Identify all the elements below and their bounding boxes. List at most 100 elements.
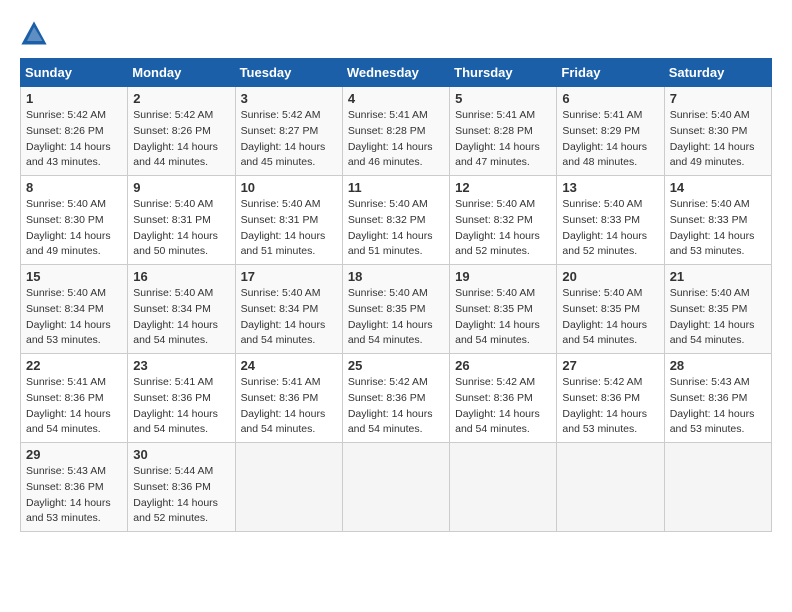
day-number: 30 [133, 447, 229, 462]
calendar-header-sunday: Sunday [21, 59, 128, 87]
calendar-day-7: 7 Sunrise: 5:40 AMSunset: 8:30 PMDaylight… [664, 87, 771, 176]
calendar-header-saturday: Saturday [664, 59, 771, 87]
day-number: 12 [455, 180, 551, 195]
day-info: Sunrise: 5:40 AMSunset: 8:32 PMDaylight:… [455, 197, 551, 260]
day-number: 21 [670, 269, 766, 284]
calendar-week-row: 29 Sunrise: 5:43 AMSunset: 8:36 PMDayligh… [21, 443, 772, 532]
day-info: Sunrise: 5:41 AMSunset: 8:28 PMDaylight:… [348, 108, 444, 171]
calendar-day-20: 20 Sunrise: 5:40 AMSunset: 8:35 PMDayligh… [557, 265, 664, 354]
calendar-day-10: 10Sunrise: 5:40 AMSunset: 8:31 PMDayligh… [235, 176, 342, 265]
calendar-header-friday: Friday [557, 59, 664, 87]
day-number: 28 [670, 358, 766, 373]
calendar-day-26: 26 Sunrise: 5:42 AMSunset: 8:36 PMDayligh… [450, 354, 557, 443]
calendar-day-1: 1 Sunrise: 5:42 AMSunset: 8:26 PMDaylight… [21, 87, 128, 176]
day-number: 15 [26, 269, 122, 284]
calendar-day-4: 4Sunrise: 5:41 AMSunset: 8:28 PMDaylight… [342, 87, 449, 176]
calendar-header-monday: Monday [128, 59, 235, 87]
day-info: Sunrise: 5:40 AMSunset: 8:30 PMDaylight:… [26, 197, 122, 260]
day-info: Sunrise: 5:40 AMSunset: 8:35 PMDaylight:… [348, 286, 444, 349]
day-info: Sunrise: 5:42 AMSunset: 8:36 PMDaylight:… [455, 375, 551, 438]
calendar-week-row: 22 Sunrise: 5:41 AMSunset: 8:36 PMDayligh… [21, 354, 772, 443]
day-number: 11 [348, 180, 444, 195]
logo [20, 20, 50, 48]
day-number: 13 [562, 180, 658, 195]
calendar-day-21: 21 Sunrise: 5:40 AMSunset: 8:35 PMDayligh… [664, 265, 771, 354]
calendar-day-25: 25 Sunrise: 5:42 AMSunset: 8:36 PMDayligh… [342, 354, 449, 443]
day-number: 25 [348, 358, 444, 373]
day-info: Sunrise: 5:42 AMSunset: 8:36 PMDaylight:… [562, 375, 658, 438]
day-info: Sunrise: 5:40 AMSunset: 8:30 PMDaylight:… [670, 108, 766, 171]
day-info: Sunrise: 5:40 AMSunset: 8:34 PMDaylight:… [241, 286, 337, 349]
calendar-day-15: 15 Sunrise: 5:40 AMSunset: 8:34 PMDayligh… [21, 265, 128, 354]
day-number: 24 [241, 358, 337, 373]
day-info: Sunrise: 5:40 AMSunset: 8:32 PMDaylight:… [348, 197, 444, 260]
day-info: Sunrise: 5:40 AMSunset: 8:35 PMDaylight:… [455, 286, 551, 349]
calendar-header-tuesday: Tuesday [235, 59, 342, 87]
day-info: Sunrise: 5:41 AMSunset: 8:36 PMDaylight:… [26, 375, 122, 438]
day-info: Sunrise: 5:42 AMSunset: 8:26 PMDaylight:… [133, 108, 229, 171]
day-number: 18 [348, 269, 444, 284]
day-number: 10 [241, 180, 337, 195]
day-info: Sunrise: 5:40 AMSunset: 8:35 PMDaylight:… [562, 286, 658, 349]
logo-icon [20, 20, 48, 48]
day-number: 2 [133, 91, 229, 106]
calendar-day-12: 12 Sunrise: 5:40 AMSunset: 8:32 PMDayligh… [450, 176, 557, 265]
calendar-day-empty [235, 443, 342, 532]
calendar-day-23: 23Sunrise: 5:41 AMSunset: 8:36 PMDayligh… [128, 354, 235, 443]
calendar-day-9: 9 Sunrise: 5:40 AMSunset: 8:31 PMDaylight… [128, 176, 235, 265]
calendar-day-16: 16Sunrise: 5:40 AMSunset: 8:34 PMDayligh… [128, 265, 235, 354]
calendar-day-empty [557, 443, 664, 532]
day-number: 19 [455, 269, 551, 284]
calendar-day-24: 24 Sunrise: 5:41 AMSunset: 8:36 PMDayligh… [235, 354, 342, 443]
day-number: 14 [670, 180, 766, 195]
calendar-day-5: 5 Sunrise: 5:41 AMSunset: 8:28 PMDaylight… [450, 87, 557, 176]
day-number: 23 [133, 358, 229, 373]
calendar-week-row: 8 Sunrise: 5:40 AMSunset: 8:30 PMDaylight… [21, 176, 772, 265]
day-number: 6 [562, 91, 658, 106]
day-info: Sunrise: 5:41 AMSunset: 8:28 PMDaylight:… [455, 108, 551, 171]
calendar-day-27: 27Sunrise: 5:42 AMSunset: 8:36 PMDayligh… [557, 354, 664, 443]
day-number: 20 [562, 269, 658, 284]
calendar-day-19: 19 Sunrise: 5:40 AMSunset: 8:35 PMDayligh… [450, 265, 557, 354]
day-info: Sunrise: 5:40 AMSunset: 8:34 PMDaylight:… [26, 286, 122, 349]
day-info: Sunrise: 5:43 AMSunset: 8:36 PMDaylight:… [26, 464, 122, 527]
calendar-day-empty [342, 443, 449, 532]
calendar-day-28: 28 Sunrise: 5:43 AMSunset: 8:36 PMDayligh… [664, 354, 771, 443]
calendar-day-empty [664, 443, 771, 532]
calendar-header-wednesday: Wednesday [342, 59, 449, 87]
calendar-header-row: SundayMondayTuesdayWednesdayThursdayFrid… [21, 59, 772, 87]
day-number: 16 [133, 269, 229, 284]
day-info: Sunrise: 5:41 AMSunset: 8:36 PMDaylight:… [241, 375, 337, 438]
calendar-week-row: 15 Sunrise: 5:40 AMSunset: 8:34 PMDayligh… [21, 265, 772, 354]
calendar-day-6: 6Sunrise: 5:41 AMSunset: 8:29 PMDaylight… [557, 87, 664, 176]
day-number: 29 [26, 447, 122, 462]
calendar-body: 1 Sunrise: 5:42 AMSunset: 8:26 PMDaylight… [21, 87, 772, 532]
day-info: Sunrise: 5:43 AMSunset: 8:36 PMDaylight:… [670, 375, 766, 438]
day-number: 17 [241, 269, 337, 284]
day-number: 7 [670, 91, 766, 106]
calendar-day-14: 14 Sunrise: 5:40 AMSunset: 8:33 PMDayligh… [664, 176, 771, 265]
day-info: Sunrise: 5:40 AMSunset: 8:33 PMDaylight:… [562, 197, 658, 260]
day-number: 5 [455, 91, 551, 106]
calendar-week-row: 1 Sunrise: 5:42 AMSunset: 8:26 PMDaylight… [21, 87, 772, 176]
day-info: Sunrise: 5:42 AMSunset: 8:27 PMDaylight:… [241, 108, 337, 171]
calendar-day-18: 18 Sunrise: 5:40 AMSunset: 8:35 PMDayligh… [342, 265, 449, 354]
day-number: 1 [26, 91, 122, 106]
day-info: Sunrise: 5:42 AMSunset: 8:26 PMDaylight:… [26, 108, 122, 171]
calendar-header-thursday: Thursday [450, 59, 557, 87]
header [20, 20, 772, 48]
day-number: 22 [26, 358, 122, 373]
calendar-day-29: 29 Sunrise: 5:43 AMSunset: 8:36 PMDayligh… [21, 443, 128, 532]
day-number: 8 [26, 180, 122, 195]
day-number: 3 [241, 91, 337, 106]
calendar-day-17: 17 Sunrise: 5:40 AMSunset: 8:34 PMDayligh… [235, 265, 342, 354]
calendar-day-8: 8 Sunrise: 5:40 AMSunset: 8:30 PMDaylight… [21, 176, 128, 265]
day-number: 9 [133, 180, 229, 195]
day-number: 26 [455, 358, 551, 373]
day-info: Sunrise: 5:44 AMSunset: 8:36 PMDaylight:… [133, 464, 229, 527]
day-info: Sunrise: 5:42 AMSunset: 8:36 PMDaylight:… [348, 375, 444, 438]
calendar-day-22: 22 Sunrise: 5:41 AMSunset: 8:36 PMDayligh… [21, 354, 128, 443]
day-info: Sunrise: 5:40 AMSunset: 8:33 PMDaylight:… [670, 197, 766, 260]
day-info: Sunrise: 5:40 AMSunset: 8:31 PMDaylight:… [133, 197, 229, 260]
day-info: Sunrise: 5:40 AMSunset: 8:35 PMDaylight:… [670, 286, 766, 349]
